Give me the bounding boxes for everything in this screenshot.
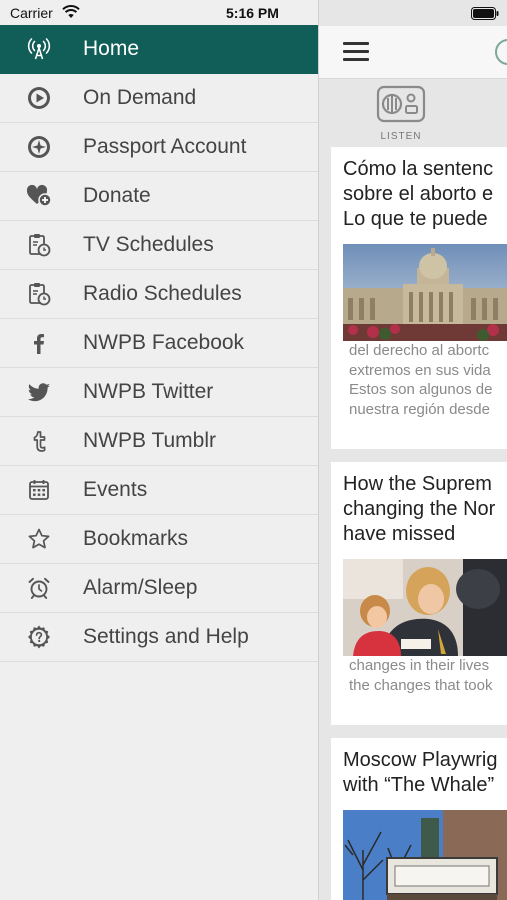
clipboard-clock-icon [26, 281, 52, 307]
article-image-capitol [343, 244, 507, 341]
menu-item-nwpb-facebook[interactable]: NWPB Facebook [0, 319, 318, 368]
article-excerpt: changes in their lives the changes that … [349, 656, 507, 695]
menu-item-label: Radio Schedules [83, 282, 242, 305]
article-title: Cómo la sentenc sobre el aborto e Lo que… [343, 157, 507, 232]
listen-button[interactable]: LISTEN [376, 84, 426, 142]
navigation-drawer: Home On Demand Passport Account Donate T… [0, 0, 319, 900]
menu-item-nwpb-twitter[interactable]: NWPB Twitter [0, 368, 318, 417]
listen-label: LISTEN [380, 131, 422, 142]
article-title-line: Cómo la sentenc [343, 158, 494, 180]
menu-item-label: Alarm/Sleep [83, 576, 198, 599]
menu-item-events[interactable]: Events [0, 466, 318, 515]
antenna-icon [26, 36, 52, 62]
article-excerpt-line: changes in their lives [349, 657, 490, 674]
menu-item-home[interactable]: Home [0, 25, 318, 74]
star-icon [26, 526, 52, 552]
article-card[interactable]: Moscow Playwrig with “The Whale” [331, 738, 507, 900]
station-logo-icon[interactable] [495, 39, 507, 65]
menu-item-nwpb-tumblr[interactable]: NWPB Tumblr [0, 417, 318, 466]
top-nav-bar [319, 26, 507, 79]
article-title-line: with “The Whale” [343, 774, 495, 796]
article-excerpt-line: del derecho al abortc [349, 342, 490, 359]
help-icon [26, 624, 52, 650]
menu-item-label: NWPB Tumblr [83, 429, 217, 452]
menu-item-on-demand[interactable]: On Demand [0, 74, 318, 123]
article-excerpt-line: nuestra región desde [349, 400, 490, 418]
article-excerpt: del derecho al abortc extremos en sus vi… [349, 341, 507, 419]
play-circle-icon [26, 85, 52, 111]
article-title-line: Lo que te puede [343, 208, 488, 230]
wifi-icon [62, 5, 80, 18]
main-content: LISTEN Cómo la sentenc sobre el aborto e… [319, 0, 507, 900]
menu-item-label: Settings and Help [83, 625, 249, 648]
menu-item-label: Donate [83, 184, 151, 207]
calendar-icon [26, 477, 52, 503]
clock-time: 5:16 PM [226, 5, 279, 21]
menu-item-label: NWPB Facebook [83, 331, 245, 354]
carrier-label: Carrier [10, 5, 53, 21]
article-title: How the Suprem changing the Nor have mis… [343, 472, 507, 547]
article-title-line: How the Suprem [343, 473, 492, 495]
menu-item-alarm-sleep[interactable]: Alarm/Sleep [0, 564, 318, 613]
article-card[interactable]: Cómo la sentenc sobre el aborto e Lo que… [331, 147, 507, 449]
article-image-theater [343, 810, 507, 900]
tumblr-icon [26, 428, 52, 454]
twitter-icon [26, 379, 52, 405]
article-title-line: sobre el aborto e [343, 183, 494, 205]
menu-item-label: Bookmarks [83, 527, 189, 550]
status-bar: Carrier 5:16 PM [0, 0, 507, 26]
article-image-family [343, 559, 507, 656]
menu-item-tv-schedules[interactable]: TV Schedules [0, 221, 318, 270]
menu-item-label: TV Schedules [83, 233, 214, 256]
hamburger-menu-icon[interactable] [343, 42, 369, 62]
article-card[interactable]: How the Suprem changing the Nor have mis… [331, 462, 507, 725]
article-title: Moscow Playwrig with “The Whale” [343, 748, 507, 798]
menu-item-donate[interactable]: Donate [0, 172, 318, 221]
radio-icon [376, 85, 426, 123]
article-title-line: Moscow Playwrig [343, 749, 498, 771]
article-title-line: have missed [343, 523, 456, 545]
battery-icon [471, 7, 499, 20]
alarm-clock-icon [26, 575, 52, 601]
clipboard-clock-icon [26, 232, 52, 258]
menu-item-label: On Demand [83, 86, 197, 109]
menu-item-radio-schedules[interactable]: Radio Schedules [0, 270, 318, 319]
heart-plus-icon [26, 183, 52, 209]
facebook-icon [26, 330, 52, 356]
drawer-menu: Home On Demand Passport Account Donate T… [0, 25, 318, 662]
compass-icon [26, 134, 52, 160]
article-excerpt-line: extremos en sus vida [349, 361, 491, 379]
menu-item-settings-and-help[interactable]: Settings and Help [0, 613, 318, 662]
menu-item-label: Home [83, 37, 140, 60]
menu-item-label: NWPB Twitter [83, 380, 214, 403]
menu-item-passport-account[interactable]: Passport Account [0, 123, 318, 172]
menu-item-label: Events [83, 478, 148, 501]
article-title-line: changing the Nor [343, 498, 496, 520]
menu-item-label: Passport Account [83, 135, 247, 158]
menu-item-bookmarks[interactable]: Bookmarks [0, 515, 318, 564]
article-excerpt-line: Estos son algunos de [349, 381, 493, 398]
article-excerpt-line: the changes that took [349, 676, 493, 694]
